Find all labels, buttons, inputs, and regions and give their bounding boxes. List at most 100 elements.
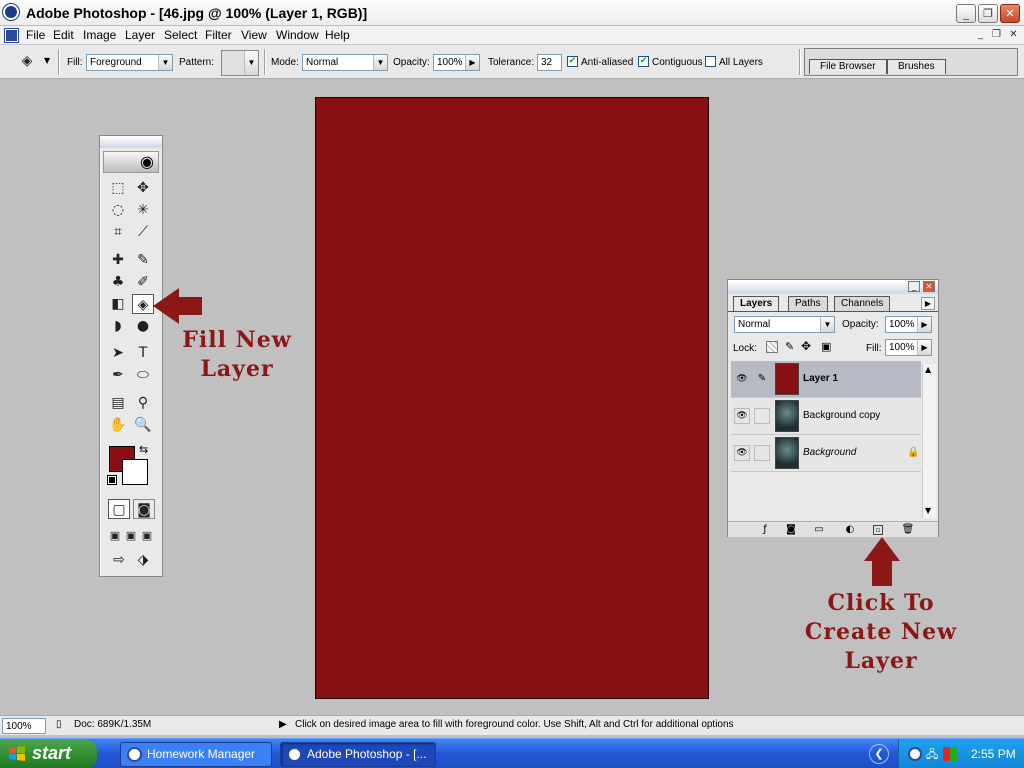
- hand-icon[interactable]: ✋: [107, 415, 129, 435]
- lock-all-icon[interactable]: ▣: [821, 340, 831, 353]
- eraser-icon[interactable]: ◧: [107, 294, 129, 314]
- pattern-picker[interactable]: ▼: [221, 50, 259, 76]
- layer-opacity-field[interactable]: 100% ▶: [885, 316, 932, 333]
- jump-to-imageready-icon[interactable]: ⇨: [108, 550, 130, 570]
- healing-brush-icon[interactable]: ✚: [107, 250, 129, 270]
- all-layers-checkbox[interactable]: [705, 56, 716, 67]
- document-icon[interactable]: [4, 28, 19, 43]
- path-selection-icon[interactable]: ➤: [107, 343, 129, 363]
- background-color-swatch[interactable]: [122, 459, 148, 485]
- photoshop-eye-logo-icon[interactable]: ◉: [103, 151, 159, 173]
- tab-paths[interactable]: Paths: [788, 296, 828, 311]
- tab-file-browser[interactable]: File Browser: [809, 59, 887, 74]
- language-icon[interactable]: [943, 747, 957, 761]
- lock-position-icon[interactable]: ✥: [801, 339, 811, 353]
- opacity-field[interactable]: 100% ▶: [433, 54, 480, 71]
- panel-close-button[interactable]: ✕: [923, 281, 935, 292]
- menu-edit[interactable]: Edit: [53, 28, 74, 42]
- menu-select[interactable]: Select: [164, 28, 197, 42]
- anti-aliased-checkbox[interactable]: ✔: [567, 56, 578, 67]
- visibility-eye-icon[interactable]: 👁: [734, 408, 750, 424]
- menu-filter[interactable]: Filter: [205, 28, 232, 42]
- layer-row-background[interactable]: 👁 Background 🔒: [731, 435, 921, 472]
- tray-app-icon[interactable]: [908, 747, 922, 761]
- tab-layers[interactable]: Layers: [733, 296, 780, 312]
- quick-mask-icon[interactable]: ◙: [133, 499, 155, 519]
- zoom-icon[interactable]: 🔍: [132, 415, 154, 435]
- task-adobe-photoshop[interactable]: Adobe Photoshop - [...: [280, 742, 436, 767]
- menu-help[interactable]: Help: [325, 28, 350, 42]
- layer-name[interactable]: Background: [803, 447, 856, 458]
- minimize-button[interactable]: _: [956, 4, 976, 23]
- lock-transparency-icon[interactable]: [766, 341, 778, 353]
- lock-image-icon[interactable]: ✎: [785, 340, 794, 353]
- panel-minimize-button[interactable]: _: [908, 281, 920, 292]
- slice-icon[interactable]: ⟋: [132, 222, 154, 242]
- paint-bucket-icon[interactable]: ◈: [132, 294, 154, 314]
- trash-icon[interactable]: 🗑: [901, 524, 915, 536]
- screen-mode-full-icon[interactable]: ▣: [136, 526, 158, 546]
- link-icon[interactable]: [754, 408, 770, 424]
- brush-active-icon[interactable]: ✎: [754, 371, 770, 387]
- panel-menu-icon[interactable]: ▶: [921, 297, 935, 310]
- default-colors-icon[interactable]: [107, 475, 117, 485]
- type-icon[interactable]: T: [132, 343, 154, 363]
- mode-select[interactable]: Normal ▼: [302, 54, 388, 71]
- layer-row-layer-1[interactable]: 👁 ✎ Layer 1: [731, 361, 921, 398]
- tolerance-input[interactable]: 32: [537, 54, 562, 71]
- eyedropper-icon[interactable]: ⚲: [132, 393, 154, 413]
- crop-icon[interactable]: ⌗: [107, 222, 129, 242]
- layer-name[interactable]: Layer 1: [803, 373, 838, 384]
- menu-layer[interactable]: Layer: [125, 28, 155, 42]
- marquee-icon[interactable]: ⬚: [107, 178, 129, 198]
- tab-brushes[interactable]: Brushes: [887, 59, 946, 74]
- task-homework-manager[interactable]: Homework Manager -...: [120, 742, 272, 767]
- layer-fill-field[interactable]: 100% ▶: [885, 339, 932, 356]
- tab-channels[interactable]: Channels: [834, 296, 891, 311]
- preset-chevron-down-icon[interactable]: ▼: [44, 56, 50, 65]
- magic-wand-icon[interactable]: ✳: [132, 200, 154, 220]
- layer-style-icon[interactable]: ƒ: [758, 524, 772, 536]
- zoom-field[interactable]: 100%: [2, 718, 46, 734]
- scroll-up-icon[interactable]: ▲: [925, 365, 931, 374]
- blend-mode-select[interactable]: Normal ▼: [734, 316, 835, 333]
- contiguous-checkbox[interactable]: ✔: [638, 56, 649, 67]
- move-icon[interactable]: ✥: [132, 178, 154, 198]
- doc-close-button[interactable]: ✕: [1007, 29, 1020, 41]
- menu-view[interactable]: View: [241, 28, 267, 42]
- clone-stamp-icon[interactable]: ♣: [107, 272, 129, 292]
- photoshop-app-icon[interactable]: [3, 4, 19, 20]
- image-canvas[interactable]: [315, 97, 709, 699]
- menu-window[interactable]: Window: [276, 28, 319, 42]
- link-icon[interactable]: [754, 445, 770, 461]
- paint-bucket-preset-icon[interactable]: ◈: [16, 51, 38, 71]
- lasso-icon[interactable]: ◌: [107, 200, 129, 220]
- visibility-eye-icon[interactable]: 👁: [734, 445, 750, 461]
- layer-mask-icon[interactable]: ◙: [784, 524, 798, 536]
- network-icon[interactable]: 🖧: [926, 746, 938, 765]
- start-button[interactable]: start: [0, 739, 97, 768]
- layer-set-icon[interactable]: ▭: [812, 524, 826, 536]
- notes-icon[interactable]: ▤: [107, 393, 129, 413]
- status-menu-arrow-icon[interactable]: ▶: [279, 719, 287, 730]
- doc-minimize-button[interactable]: _: [974, 29, 987, 41]
- toolbox-grip[interactable]: [100, 136, 162, 148]
- fill-select[interactable]: Foreground ▼: [86, 54, 173, 71]
- history-brush-icon[interactable]: ✐: [132, 272, 154, 292]
- tray-expand-icon[interactable]: ❮: [869, 744, 889, 764]
- brush-icon[interactable]: ✎: [132, 250, 154, 270]
- new-layer-icon[interactable]: ▫: [873, 525, 883, 535]
- visibility-eye-icon[interactable]: 👁: [734, 371, 750, 387]
- pen-icon[interactable]: ✒: [107, 365, 129, 385]
- adjustment-layer-icon[interactable]: ◐: [843, 524, 857, 536]
- layer-name[interactable]: Background copy: [803, 410, 880, 421]
- imageready-icon[interactable]: ⬗: [132, 550, 154, 570]
- doc-restore-button[interactable]: ❐: [990, 29, 1003, 41]
- dodge-icon[interactable]: ●: [132, 316, 154, 336]
- maximize-button[interactable]: ❐: [978, 4, 998, 23]
- scroll-down-icon[interactable]: ▼: [925, 506, 931, 515]
- layers-scrollbar[interactable]: ▲ ▼: [922, 364, 936, 518]
- blur-icon[interactable]: ◗: [107, 316, 129, 336]
- shape-icon[interactable]: ⬭: [132, 365, 154, 385]
- close-button[interactable]: ✕: [1000, 4, 1020, 23]
